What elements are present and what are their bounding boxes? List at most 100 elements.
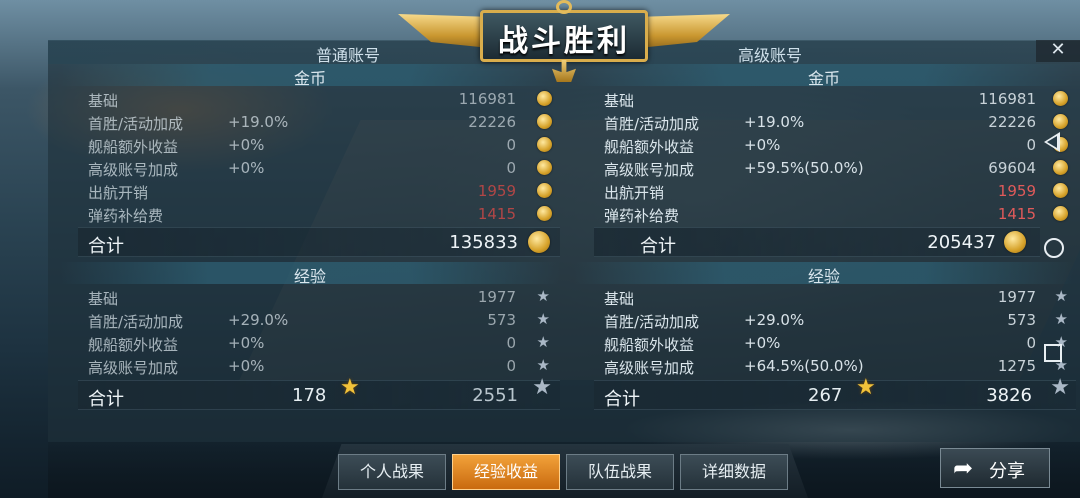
exp-star-icon: ★ xyxy=(536,333,550,351)
stat-bonus-percent: +0% xyxy=(744,334,781,352)
tab-personal-results[interactable]: 个人战果 xyxy=(338,454,446,490)
stat-bonus-percent: +0% xyxy=(228,334,265,352)
stat-bonus-percent: +19.0% xyxy=(744,113,805,131)
gold-total-premium: 合计 205437 xyxy=(594,227,1040,257)
stat-row: 高级账号加成 +0% 0 xyxy=(88,157,558,179)
stat-value: 0 xyxy=(1026,136,1036,154)
share-button[interactable]: ➦ 分享 xyxy=(940,448,1050,488)
normal-account-label: 普通账号 xyxy=(316,46,381,65)
stat-value: 1415 xyxy=(997,205,1036,223)
result-tab-bar: 个人战果 经验收益 队伍战果 详细数据 xyxy=(322,444,808,498)
gold-coin-icon xyxy=(537,206,552,221)
stat-row: 出航开销 1959 xyxy=(88,180,558,202)
exp-total-value: 2551 xyxy=(472,385,518,406)
stat-value: 1959 xyxy=(997,182,1036,200)
stat-row: 首胜/活动加成 +29.0% 573 ★ xyxy=(604,309,1068,331)
stat-label: 弹药补给费 xyxy=(604,207,680,225)
share-label: 分享 xyxy=(989,461,1025,482)
stat-bonus-percent: +0% xyxy=(744,136,781,154)
stat-value: 0 xyxy=(506,334,516,352)
home-circle-icon[interactable] xyxy=(1044,238,1064,258)
victory-badge: 战斗胜利 xyxy=(398,0,730,82)
stat-row: 首胜/活动加成 +19.0% 22226 xyxy=(604,111,1068,133)
stat-value: 69604 xyxy=(988,159,1036,177)
stat-row: 舰船额外收益 +0% 0 xyxy=(604,134,1068,156)
stat-row: 基础 116981 xyxy=(604,88,1068,110)
stat-label: 高级账号加成 xyxy=(604,359,695,377)
stat-value: 0 xyxy=(506,357,516,375)
stat-value: 573 xyxy=(1007,311,1036,329)
stat-row: 出航开销 1959 xyxy=(604,180,1068,202)
stat-label: 弹药补给费 xyxy=(88,207,164,225)
stat-row: 基础 116981 xyxy=(88,88,558,110)
stat-label: 首胜/活动加成 xyxy=(88,115,184,133)
stat-label: 基础 xyxy=(88,92,119,110)
total-label: 合计 xyxy=(604,389,640,410)
stat-bonus-percent: +64.5%(50.0%) xyxy=(744,357,864,375)
stat-label: 基础 xyxy=(604,92,635,110)
stat-value: 1959 xyxy=(477,182,516,200)
total-label: 合计 xyxy=(640,236,676,257)
gold-total-normal: 合计 135833 xyxy=(78,227,560,257)
stat-row: 首胜/活动加成 +19.0% 22226 xyxy=(88,111,558,133)
share-back-arrow-icon: ➦ xyxy=(953,454,974,482)
exp-star-icon: ★ xyxy=(536,287,550,305)
stat-bonus-percent: +0% xyxy=(228,159,265,177)
victory-title: 战斗胜利 xyxy=(498,24,630,59)
stat-row: 弹药补给费 1415 xyxy=(604,203,1068,225)
tab-exp-income[interactable]: 经验收益 xyxy=(452,454,560,490)
tab-team-results[interactable]: 队伍战果 xyxy=(566,454,674,490)
stat-value: 0 xyxy=(1026,334,1036,352)
stat-bonus-percent: +59.5%(50.0%) xyxy=(744,159,864,177)
exp-star-icon: ★ xyxy=(532,375,552,400)
captain-exp-value: 267 xyxy=(808,385,843,406)
gold-coin-icon xyxy=(537,160,552,175)
gold-coin-icon xyxy=(1004,231,1026,253)
gold-star-icon: ★ xyxy=(856,375,876,400)
close-button[interactable]: ✕ xyxy=(1036,40,1080,62)
stat-row: 弹药补给费 1415 xyxy=(88,203,558,225)
stat-value: 1275 xyxy=(997,357,1036,375)
tab-detailed-data[interactable]: 详细数据 xyxy=(680,454,788,490)
stat-row: 基础 1977 ★ xyxy=(604,286,1068,308)
exp-star-icon: ★ xyxy=(1050,375,1070,400)
stat-value: 1977 xyxy=(477,288,516,306)
stat-value: 22226 xyxy=(988,113,1036,131)
exp-star-icon: ★ xyxy=(536,356,550,374)
stat-label: 高级账号加成 xyxy=(88,359,179,377)
gold-coin-icon xyxy=(1053,91,1068,106)
stat-label: 首胜/活动加成 xyxy=(88,313,184,331)
stat-row: 基础 1977 ★ xyxy=(88,286,558,308)
gold-coin-icon xyxy=(528,231,550,253)
exp-section-normal: 经验 xyxy=(60,262,560,286)
stat-row: 首胜/活动加成 +29.0% 573 ★ xyxy=(88,309,558,331)
stat-bonus-percent: +19.0% xyxy=(228,113,289,131)
gold-coin-icon xyxy=(537,183,552,198)
exp-star-icon: ★ xyxy=(536,310,550,328)
stat-value: 1415 xyxy=(477,205,516,223)
stat-label: 舰船额外收益 xyxy=(88,336,179,354)
captain-exp-value: 178 xyxy=(292,385,327,406)
stat-row: 舰船额外收益 +0% 0 ★ xyxy=(88,332,558,354)
stat-row: 舰船额外收益 +0% 0 ★ xyxy=(604,332,1068,354)
gold-coin-icon xyxy=(537,91,552,106)
total-label: 合计 xyxy=(88,236,124,257)
stat-row: 高级账号加成 +59.5%(50.0%) 69604 xyxy=(604,157,1068,179)
exp-section-label: 经验 xyxy=(807,267,840,286)
gold-section-label: 金币 xyxy=(293,69,326,88)
stat-label: 出航开销 xyxy=(604,184,665,202)
stat-label: 出航开销 xyxy=(88,184,149,202)
stat-label: 高级账号加成 xyxy=(604,161,695,179)
stat-label: 基础 xyxy=(604,290,635,308)
stat-label: 首胜/活动加成 xyxy=(604,313,700,331)
back-triangle-icon[interactable] xyxy=(1044,132,1060,152)
stat-value: 573 xyxy=(487,311,516,329)
stat-row: 高级账号加成 +64.5%(50.0%) 1275 ★ xyxy=(604,355,1068,377)
stat-bonus-percent: +29.0% xyxy=(744,311,805,329)
exp-total-premium: 合计 267 ★ 3826 ★ xyxy=(594,375,1076,410)
gold-total-value: 135833 xyxy=(449,232,518,253)
stat-value: 116981 xyxy=(458,90,516,108)
stat-value: 0 xyxy=(506,159,516,177)
recent-square-icon[interactable] xyxy=(1044,344,1062,362)
exp-section-label: 经验 xyxy=(293,267,326,286)
